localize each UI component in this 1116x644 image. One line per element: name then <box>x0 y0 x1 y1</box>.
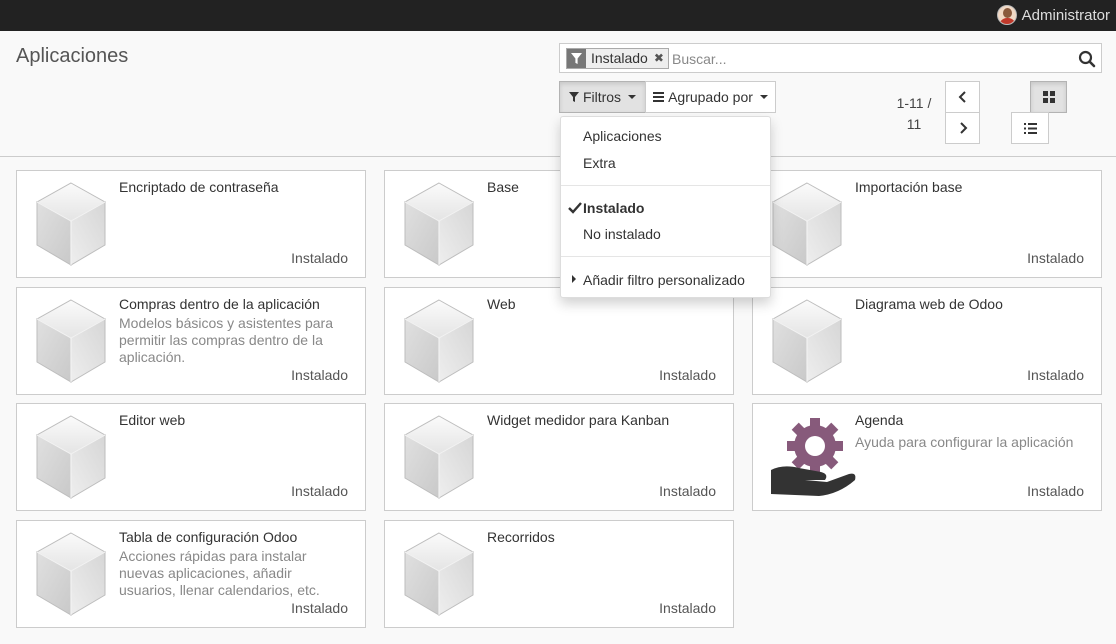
app-name[interactable]: Agenda <box>855 412 903 428</box>
cube-icon <box>771 298 843 384</box>
app-status: Instalado <box>659 367 716 383</box>
user-menu[interactable]: Administrator <box>996 4 1110 26</box>
caret-down-icon <box>759 95 768 99</box>
filter-item-instalado[interactable]: Instalado <box>583 200 644 216</box>
filter-item-aplicaciones[interactable]: Aplicaciones <box>583 128 662 144</box>
control-panel: Aplicaciones Instalado ✖ Buscar... Filtr… <box>0 31 1116 157</box>
app-card[interactable]: Web Instalado <box>384 287 734 395</box>
app-name[interactable]: Base <box>487 179 519 195</box>
app-name[interactable]: Editor web <box>119 412 185 428</box>
app-description: Modelos básicos y asistentes para permit… <box>119 315 333 365</box>
groupby-label: Agrupado por <box>668 89 753 105</box>
user-name: Administrator <box>1021 6 1110 24</box>
filters-label: Filtros <box>582 89 622 105</box>
chevron-left-icon <box>958 91 966 103</box>
th-large-icon <box>1042 91 1055 103</box>
app-card[interactable]: Agenda Ayuda para configurar la aplicació… <box>752 403 1102 511</box>
cube-icon <box>403 181 475 267</box>
cube-icon <box>403 298 475 384</box>
cube-icon <box>35 181 107 267</box>
app-description: Ayuda para configurar la aplicación <box>855 434 1074 450</box>
app-description: Acciones rápidas para instalar nuevas ap… <box>119 548 320 598</box>
pager-next-button[interactable] <box>945 112 980 144</box>
facet-remove-icon[interactable]: ✖ <box>654 49 668 68</box>
search-icon[interactable] <box>1078 50 1096 71</box>
filter-icon <box>567 49 586 68</box>
search-bar[interactable]: Instalado ✖ Buscar... <box>559 43 1102 73</box>
app-name[interactable]: Tabla de configuración Odoo <box>119 529 297 545</box>
app-name[interactable]: Widget medidor para Kanban <box>487 412 669 428</box>
app-name[interactable]: Web <box>487 296 516 312</box>
pager-previous-button[interactable] <box>945 81 980 113</box>
app-status: Instalado <box>291 600 348 616</box>
pager-value[interactable]: 1-11 / 11 <box>888 93 940 135</box>
app-card[interactable]: Tabla de configuración Odoo Acciones rápi… <box>16 520 366 628</box>
filter-item-no-instalado[interactable]: No instalado <box>583 226 661 242</box>
search-facet: Instalado ✖ <box>566 48 669 69</box>
app-status: Instalado <box>291 367 348 383</box>
divider <box>561 185 770 186</box>
list-icon <box>1023 122 1037 134</box>
app-card[interactable]: Encriptado de contraseña Instalado <box>16 170 366 278</box>
app-card[interactable]: Importación base Instalado <box>752 170 1102 278</box>
chevron-right-icon <box>959 122 967 134</box>
app-status: Instalado <box>291 250 348 266</box>
bars-icon <box>653 92 665 102</box>
app-name[interactable]: Compras dentro de la aplicación <box>119 296 320 312</box>
app-name[interactable]: Importación base <box>855 179 962 195</box>
app-name[interactable]: Diagrama web de Odoo <box>855 296 1003 312</box>
app-status: Instalado <box>1027 250 1084 266</box>
app-card[interactable]: Compras dentro de la aplicación Modelos b… <box>16 287 366 395</box>
app-status: Instalado <box>291 483 348 499</box>
pager-total: 11 <box>906 116 922 132</box>
groupby-button[interactable]: Agrupado por <box>645 81 776 113</box>
cube-icon <box>771 181 843 267</box>
app-status: Instalado <box>659 600 716 616</box>
app-status: Instalado <box>659 483 716 499</box>
caret-right-icon <box>572 275 576 283</box>
pager-range: 1-11 / <box>896 95 932 111</box>
cube-icon <box>403 414 475 500</box>
app-card[interactable]: Widget medidor para Kanban Instalado <box>384 403 734 511</box>
avatar <box>996 5 1017 25</box>
app-name[interactable]: Recorridos <box>487 529 555 545</box>
check-icon <box>568 202 582 214</box>
facet-value: Instalado <box>591 50 648 66</box>
app-status: Instalado <box>1027 483 1084 499</box>
cube-icon <box>35 414 107 500</box>
top-navbar: Administrator <box>0 0 1116 31</box>
app-card[interactable]: Recorridos Instalado <box>384 520 734 628</box>
app-card[interactable]: Editor web Instalado <box>16 403 366 511</box>
cube-icon <box>35 531 107 617</box>
filters-button[interactable]: Filtros <box>559 81 646 113</box>
cube-icon <box>403 531 475 617</box>
filter-icon <box>568 92 579 102</box>
filter-item-extra[interactable]: Extra <box>583 155 616 171</box>
list-view-button[interactable] <box>1011 112 1049 144</box>
app-name[interactable]: Encriptado de contraseña <box>119 179 279 195</box>
filters-dropdown-menu: Aplicaciones Extra Instalado No instalad… <box>560 116 771 298</box>
hand-gear-icon <box>763 414 859 500</box>
page-title: Aplicaciones <box>16 45 129 67</box>
search-input[interactable]: Buscar... <box>672 51 726 67</box>
caret-down-icon <box>628 95 637 99</box>
kanban-view-button[interactable] <box>1030 81 1067 113</box>
divider <box>561 256 770 257</box>
add-custom-filter[interactable]: Añadir filtro personalizado <box>583 272 745 288</box>
app-card[interactable]: Diagrama web de Odoo Instalado <box>752 287 1102 395</box>
cube-icon <box>35 298 107 384</box>
app-status: Instalado <box>1027 367 1084 383</box>
